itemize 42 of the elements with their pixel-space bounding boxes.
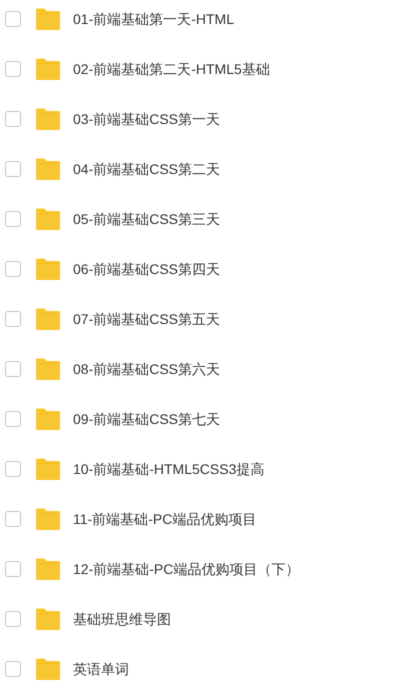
folder-icon — [35, 308, 61, 330]
checkbox[interactable] — [5, 361, 21, 377]
folder-name[interactable]: 02-前端基础第二天-HTML5基础 — [73, 58, 270, 80]
folder-name[interactable]: 03-前端基础CSS第一天 — [73, 108, 220, 130]
folder-icon — [35, 608, 61, 630]
checkbox[interactable] — [5, 611, 21, 627]
folder-icon — [35, 358, 61, 380]
checkbox[interactable] — [5, 161, 21, 177]
folder-name[interactable]: 06-前端基础CSS第四天 — [73, 258, 220, 280]
folder-name[interactable]: 英语单词 — [73, 658, 129, 680]
checkbox[interactable] — [5, 661, 21, 677]
checkbox[interactable] — [5, 211, 21, 227]
folder-name[interactable]: 10-前端基础-HTML5CSS3提高 — [73, 458, 264, 480]
checkbox[interactable] — [5, 461, 21, 477]
folder-name[interactable]: 01-前端基础第一天-HTML — [73, 8, 234, 30]
checkbox[interactable] — [5, 261, 21, 277]
checkbox[interactable] — [5, 61, 21, 77]
folder-name[interactable]: 11-前端基础-PC端品优购项目 — [73, 508, 256, 530]
folder-icon — [35, 158, 61, 180]
checkbox[interactable] — [5, 11, 21, 27]
folder-name[interactable]: 12-前端基础-PC端品优购项目（下） — [73, 558, 300, 580]
checkbox[interactable] — [5, 311, 21, 327]
folder-icon — [35, 58, 61, 80]
checkbox[interactable] — [5, 411, 21, 427]
folder-icon — [35, 558, 61, 580]
folder-icon — [35, 658, 61, 680]
folder-icon — [35, 208, 61, 230]
folder-icon — [35, 408, 61, 430]
checkbox[interactable] — [5, 561, 21, 577]
checkbox[interactable] — [5, 111, 21, 127]
folder-name[interactable]: 基础班思维导图 — [73, 608, 171, 630]
folder-icon — [35, 508, 61, 530]
folder-icon — [35, 108, 61, 130]
folder-name[interactable]: 09-前端基础CSS第七天 — [73, 408, 220, 430]
folder-name[interactable]: 04-前端基础CSS第二天 — [73, 158, 220, 180]
folder-name[interactable]: 08-前端基础CSS第六天 — [73, 358, 220, 380]
checkbox[interactable] — [5, 511, 21, 527]
folder-name[interactable]: 05-前端基础CSS第三天 — [73, 208, 220, 230]
folder-icon — [35, 8, 61, 30]
folder-name[interactable]: 07-前端基础CSS第五天 — [73, 308, 220, 330]
folder-icon — [35, 258, 61, 280]
folder-icon — [35, 458, 61, 480]
